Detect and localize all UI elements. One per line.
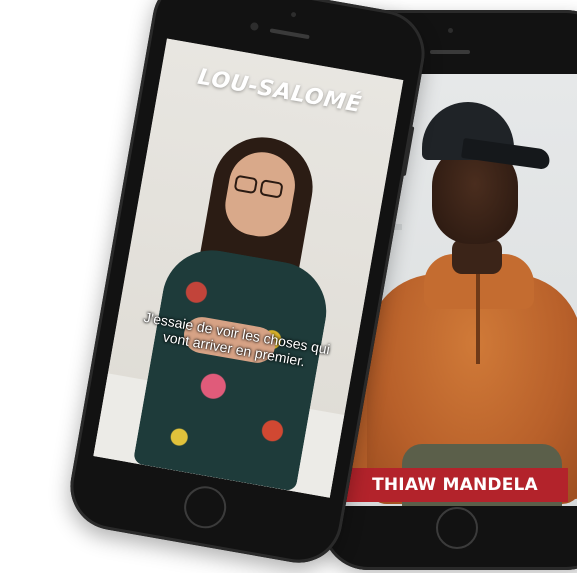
front-camera (249, 21, 260, 32)
left-phone-screen: LOU-SALOMÉ J'essaie de voir les choses q… (93, 38, 404, 498)
front-sensor (290, 11, 297, 18)
sweater-zipper (476, 274, 480, 364)
neck (452, 239, 502, 274)
front-sensor (448, 28, 453, 33)
earpiece-speaker (430, 50, 470, 54)
earpiece-speaker (269, 28, 310, 40)
name-banner: THIAW MANDELA (342, 468, 568, 502)
scene: THIAW MANDELA LOU-SALOMÉ J'essaie de voi… (0, 0, 577, 573)
home-button[interactable] (180, 482, 230, 532)
home-button[interactable] (436, 507, 478, 549)
